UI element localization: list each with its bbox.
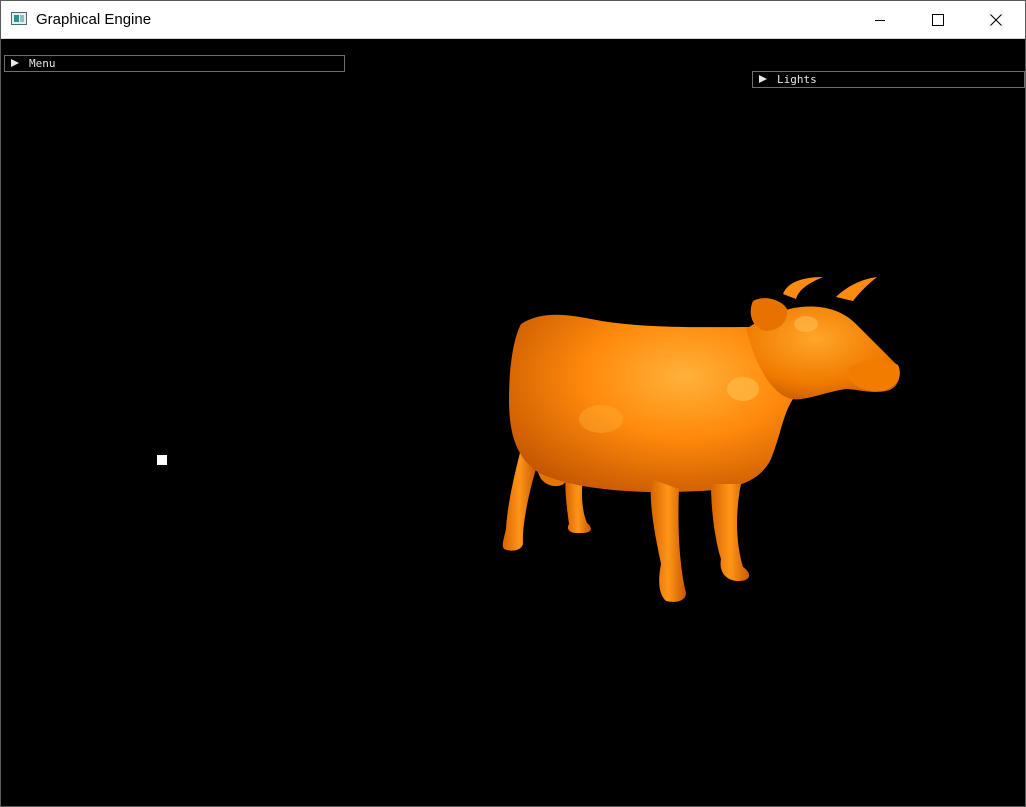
close-icon [990,13,1002,26]
triangle-right-icon [11,59,19,67]
triangle-right-icon [759,75,767,83]
app-window-icon [11,12,27,25]
menu-panel-header[interactable]: Menu [4,55,345,72]
app-window: Graphical Engine Menu Lights [0,0,1026,807]
maximize-button[interactable] [909,1,967,38]
lights-panel-header[interactable]: Lights [752,71,1025,88]
minimize-icon [875,19,885,21]
minimize-button[interactable] [851,1,909,38]
light-source-marker[interactable] [157,455,167,465]
maximize-icon [932,13,944,26]
title-bar[interactable]: Graphical Engine [1,1,1025,39]
cow-model[interactable] [1,39,1025,806]
close-button[interactable] [967,1,1025,38]
menu-panel-label: Menu [29,57,56,70]
lights-panel-label: Lights [777,73,817,86]
window-title: Graphical Engine [36,11,152,28]
render-viewport[interactable]: Menu Lights [1,39,1025,806]
